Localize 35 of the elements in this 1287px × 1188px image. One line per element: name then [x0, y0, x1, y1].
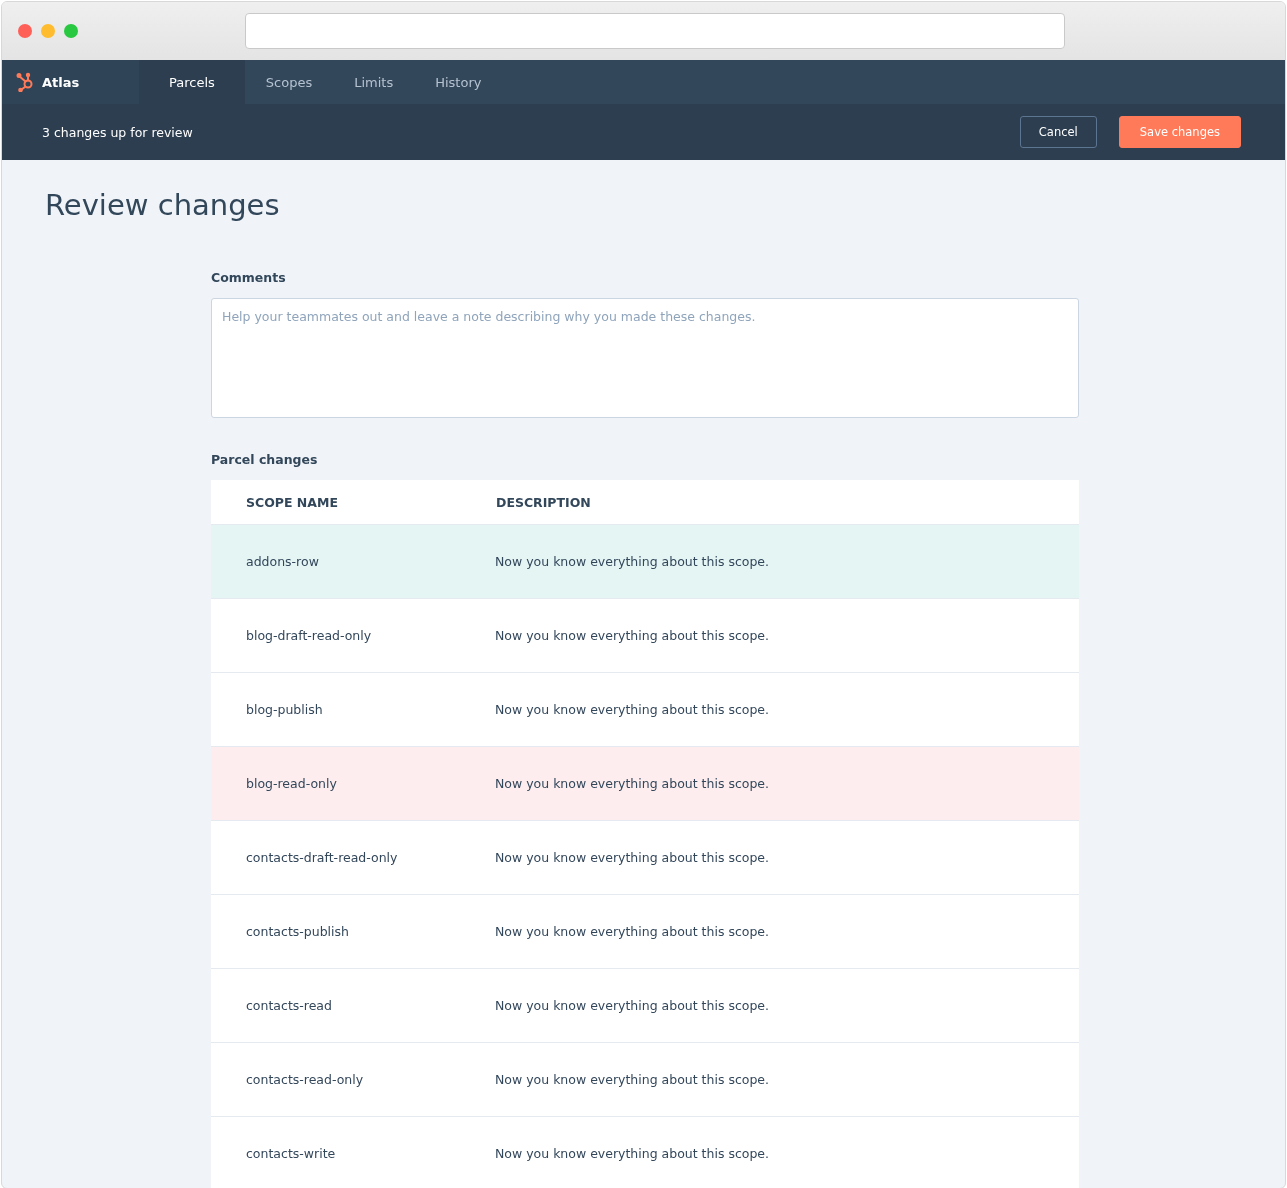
nav-tab[interactable]: Parcels [139, 60, 245, 104]
table-cell-text: contacts-write [246, 1146, 337, 1161]
table-cell-text: contacts-read [246, 998, 333, 1013]
table-cell-text: Now you know everything about this scope. [495, 554, 771, 569]
table-cell-text: blog-draft-read-only [246, 628, 373, 643]
column-header: DESCRIPTION [496, 494, 592, 510]
nav-tab[interactable]: History [414, 60, 503, 104]
table-cell-text: Now you know everything about this scope. [495, 924, 771, 939]
table-cell-text: blog-read-only [246, 776, 338, 791]
close-window-icon[interactable] [18, 24, 32, 38]
cancel-button[interactable]: Cancel [1019, 116, 1097, 148]
table-cell-text: Now you know everything about this scope. [495, 1146, 771, 1161]
table-cell-text: blog-publish [246, 702, 324, 717]
table-cell-text: addons-row [246, 554, 320, 569]
table-cell-text: Now you know everything about this scope. [495, 998, 771, 1013]
minimize-window-icon[interactable] [41, 24, 55, 38]
table-cell-text: Now you know everything about this scope. [495, 776, 771, 791]
nav-tab[interactable]: Scopes [244, 60, 334, 104]
brand-name: Atlas [42, 74, 80, 90]
nav-tab[interactable]: Limits [333, 60, 415, 104]
address-bar[interactable] [245, 13, 1065, 49]
table-cell-text: Now you know everything about this scope. [495, 850, 771, 865]
column-header: SCOPE NAME [246, 494, 339, 510]
table-cell-text: contacts-publish [246, 924, 350, 939]
table-cell-text: contacts-draft-read-only [246, 850, 399, 865]
comments-label: Comments [211, 270, 287, 285]
section-label: Parcel changes [211, 452, 319, 467]
table-cell-text: Now you know everything about this scope. [495, 628, 771, 643]
review-message: 3 changes up for review [42, 124, 194, 140]
table-cell-text: Now you know everything about this scope. [495, 702, 771, 717]
table-cell-text: Now you know everything about this scope. [495, 1072, 771, 1087]
page-title: Review changes [45, 188, 281, 222]
comments-field[interactable]: Help your teammates out and leave a note describing why you made these changes. [211, 298, 1079, 418]
table-cell-text: contacts-read-only [246, 1072, 365, 1087]
maximize-window-icon[interactable] [64, 24, 78, 38]
